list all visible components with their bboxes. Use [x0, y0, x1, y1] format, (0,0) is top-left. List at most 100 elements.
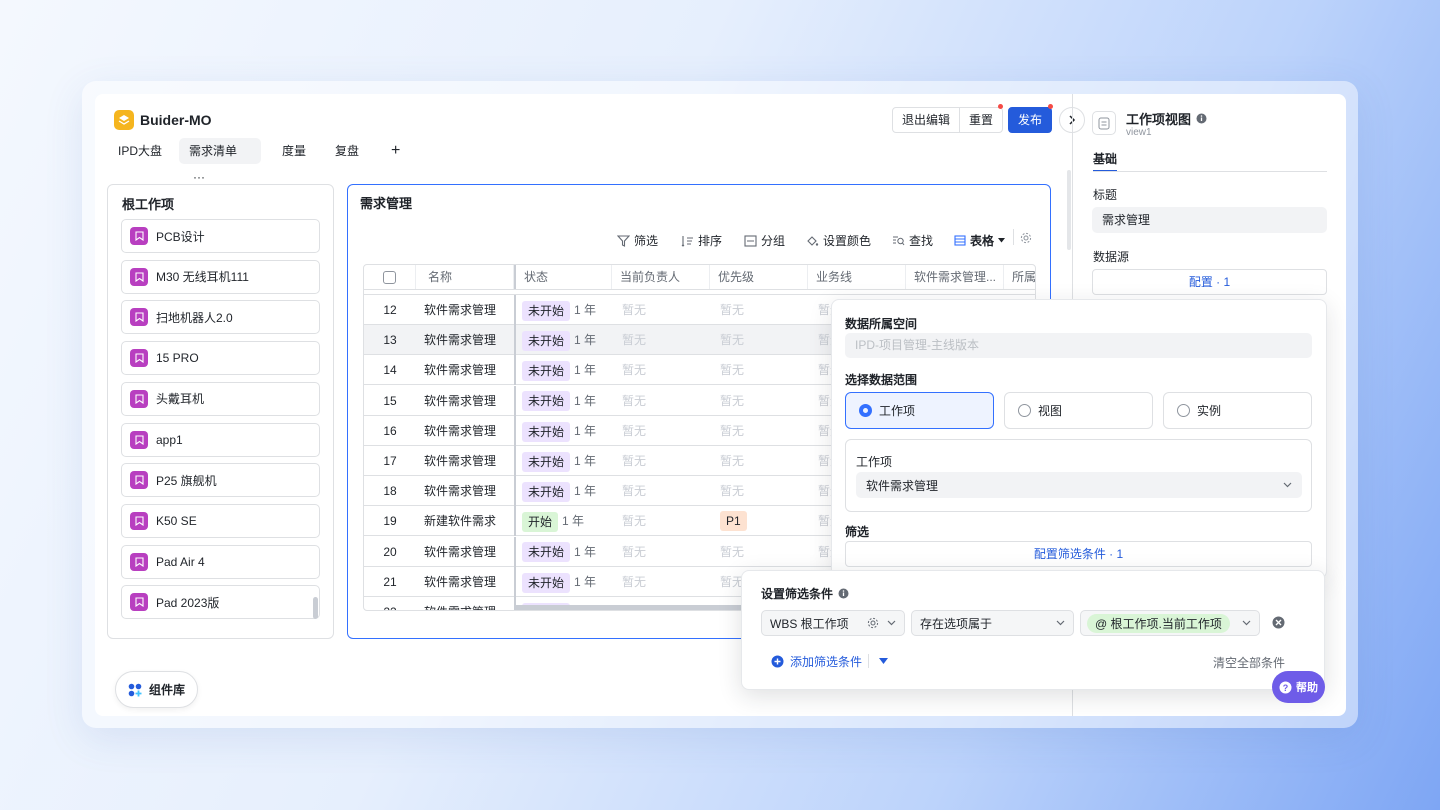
set-color-button[interactable]: 设置颜色 [806, 232, 871, 249]
select-all-checkbox[interactable] [383, 270, 396, 284]
column-header-belongs[interactable]: 所属 [1004, 265, 1035, 289]
table-settings-button[interactable] [1020, 232, 1032, 247]
tab-metrics[interactable]: 度量 [272, 138, 316, 164]
row-owner[interactable]: 暂无 [614, 355, 711, 385]
row-name[interactable]: 软件需求管理 [416, 386, 514, 416]
row-owner[interactable]: 暂无 [614, 567, 711, 597]
root-workitem-card[interactable]: PCB设计 [121, 219, 320, 253]
row-priority[interactable]: 暂无 [712, 295, 809, 325]
reset-button[interactable]: 重置 [960, 108, 1002, 132]
root-workitem-card[interactable]: Pad Air 4 [121, 544, 320, 579]
info-icon[interactable] [838, 588, 849, 599]
range-option-instance[interactable]: 实例 [1163, 392, 1312, 429]
row-status[interactable]: 未开始1 年 [514, 446, 612, 476]
tab-basic[interactable]: 基础 [1093, 150, 1118, 172]
column-header-owner[interactable]: 当前负责人 [612, 265, 710, 289]
configure-filter-button[interactable]: 配置筛选条件 · 1 [845, 541, 1312, 567]
row-owner[interactable]: 暂无 [614, 506, 711, 536]
root-workitem-card[interactable]: K50 SE [121, 503, 320, 538]
row-priority[interactable]: 暂无 [712, 537, 809, 567]
filter-value-select[interactable]: @ 根工作项.当前工作项 [1080, 610, 1260, 636]
root-workitem-card[interactable]: 头戴耳机 [121, 381, 320, 416]
card-label: 头戴耳机 [156, 392, 205, 407]
datasource-config-button[interactable]: 配置 · 1 [1092, 269, 1327, 295]
sort-button[interactable]: 排序 [681, 232, 722, 249]
column-header-priority[interactable]: 优先级 [710, 265, 808, 289]
row-owner[interactable]: 暂无 [614, 386, 711, 416]
root-workitem-card[interactable]: P25 旗舰机 [121, 463, 320, 498]
row-owner[interactable]: 暂无 [614, 537, 711, 567]
row-status[interactable]: 未开始1 年 [514, 566, 612, 597]
row-priority[interactable]: 暂无 [712, 446, 809, 476]
row-name[interactable]: 软件需求管理 [416, 537, 514, 567]
column-header-status[interactable]: 状态 [514, 265, 612, 289]
range-option-workitem[interactable]: 工作项 [845, 392, 994, 429]
caret-down-icon[interactable] [879, 658, 888, 664]
row-priority[interactable]: 暂无 [712, 416, 809, 446]
column-header-software[interactable]: 软件需求管理... [906, 265, 1004, 289]
row-name[interactable]: 软件需求管理 [416, 416, 514, 446]
filter-field-select[interactable]: WBS 根工作项 [761, 610, 905, 636]
row-status[interactable]: 未开始1 年 [514, 476, 612, 507]
range-option-view[interactable]: 视图 [1004, 392, 1153, 429]
row-name[interactable]: 软件需求管理 [416, 295, 514, 325]
row-status[interactable]: 未开始1 年 [514, 355, 612, 386]
row-owner[interactable]: 暂无 [614, 416, 711, 446]
row-priority[interactable]: 暂无 [712, 386, 809, 416]
add-filter-button[interactable]: 添加筛选条件 [771, 653, 862, 670]
row-status[interactable]: 未开始1 年 [514, 415, 612, 446]
row-name[interactable]: 软件需求管理 [416, 567, 514, 597]
space-input[interactable]: IPD-项目管理-主线版本 [845, 333, 1312, 358]
gear-icon[interactable] [867, 617, 879, 629]
root-workitem-card[interactable]: Pad 2023版 [121, 585, 320, 620]
tab-requirements[interactable]: 需求清单 ··· [179, 138, 261, 184]
component-library-button[interactable]: 组件库 [115, 671, 198, 708]
row-name[interactable]: 软件需求管理 [416, 597, 514, 610]
row-priority[interactable]: P1 [712, 506, 809, 536]
row-priority[interactable]: 暂无 [712, 355, 809, 385]
row-status[interactable]: 未开始1 年 [514, 385, 612, 416]
workitem-select[interactable]: 软件需求管理 [856, 472, 1302, 498]
filter-button[interactable]: 筛选 [617, 232, 658, 249]
row-status[interactable]: 未开始1 年 [514, 295, 612, 325]
find-button[interactable]: 查找 [892, 232, 933, 249]
publish-button[interactable]: 发布 [1008, 107, 1052, 133]
bookmark-icon [130, 227, 148, 245]
view-type-dropdown[interactable]: 表格 [954, 232, 1006, 249]
clear-all-conditions-button[interactable]: 清空全部条件 [1213, 654, 1285, 671]
row-owner[interactable]: 暂无 [614, 325, 711, 355]
row-status[interactable]: 未开始1 年 [514, 325, 612, 356]
row-name[interactable]: 软件需求管理 [416, 355, 514, 385]
group-button[interactable]: 分组 [744, 232, 785, 249]
info-icon[interactable] [1196, 113, 1207, 124]
row-priority[interactable]: 暂无 [712, 325, 809, 355]
row-priority[interactable]: 暂无 [712, 476, 809, 506]
row-status[interactable]: 未开始1 年 [514, 536, 612, 567]
tab-review[interactable]: 复盘 [325, 138, 369, 164]
row-name[interactable]: 软件需求管理 [416, 325, 514, 355]
column-header-name[interactable]: 名称 [416, 265, 514, 289]
row-owner[interactable]: 暂无 [614, 476, 711, 506]
row-owner[interactable]: 暂无 [614, 446, 711, 476]
canvas-scrollbar[interactable] [1067, 170, 1071, 250]
title-input[interactable]: 需求管理 [1092, 207, 1327, 233]
root-workitem-card[interactable]: app1 [121, 422, 320, 457]
column-header-business[interactable]: 业务线 [808, 265, 906, 289]
horizontal-scrollbar[interactable] [514, 605, 764, 610]
row-name[interactable]: 新建软件需求 [416, 506, 514, 536]
add-tab-icon[interactable]: + [381, 138, 410, 164]
root-workitem-card[interactable]: M30 无线耳机111 [121, 259, 320, 294]
row-name[interactable]: 软件需求管理 [416, 446, 514, 476]
row-name[interactable]: 软件需求管理 [416, 476, 514, 506]
remove-condition-icon[interactable] [1272, 616, 1285, 629]
filter-operator-select[interactable]: 存在选项属于 [911, 610, 1074, 636]
root-workitem-card[interactable]: 扫地机器人2.0 [121, 300, 320, 335]
exit-edit-button[interactable]: 退出编辑 [893, 108, 961, 132]
scrollbar[interactable] [313, 597, 318, 619]
root-workitem-card[interactable]: 15 PRO [121, 341, 320, 376]
help-button[interactable]: ? 帮助 [1272, 671, 1325, 703]
tab-ipd[interactable]: IPD大盘 [108, 138, 172, 164]
row-owner[interactable]: 暂无 [614, 295, 711, 325]
more-icon[interactable]: ··· [193, 170, 205, 184]
row-status[interactable]: 开始 1 年 [514, 506, 612, 537]
